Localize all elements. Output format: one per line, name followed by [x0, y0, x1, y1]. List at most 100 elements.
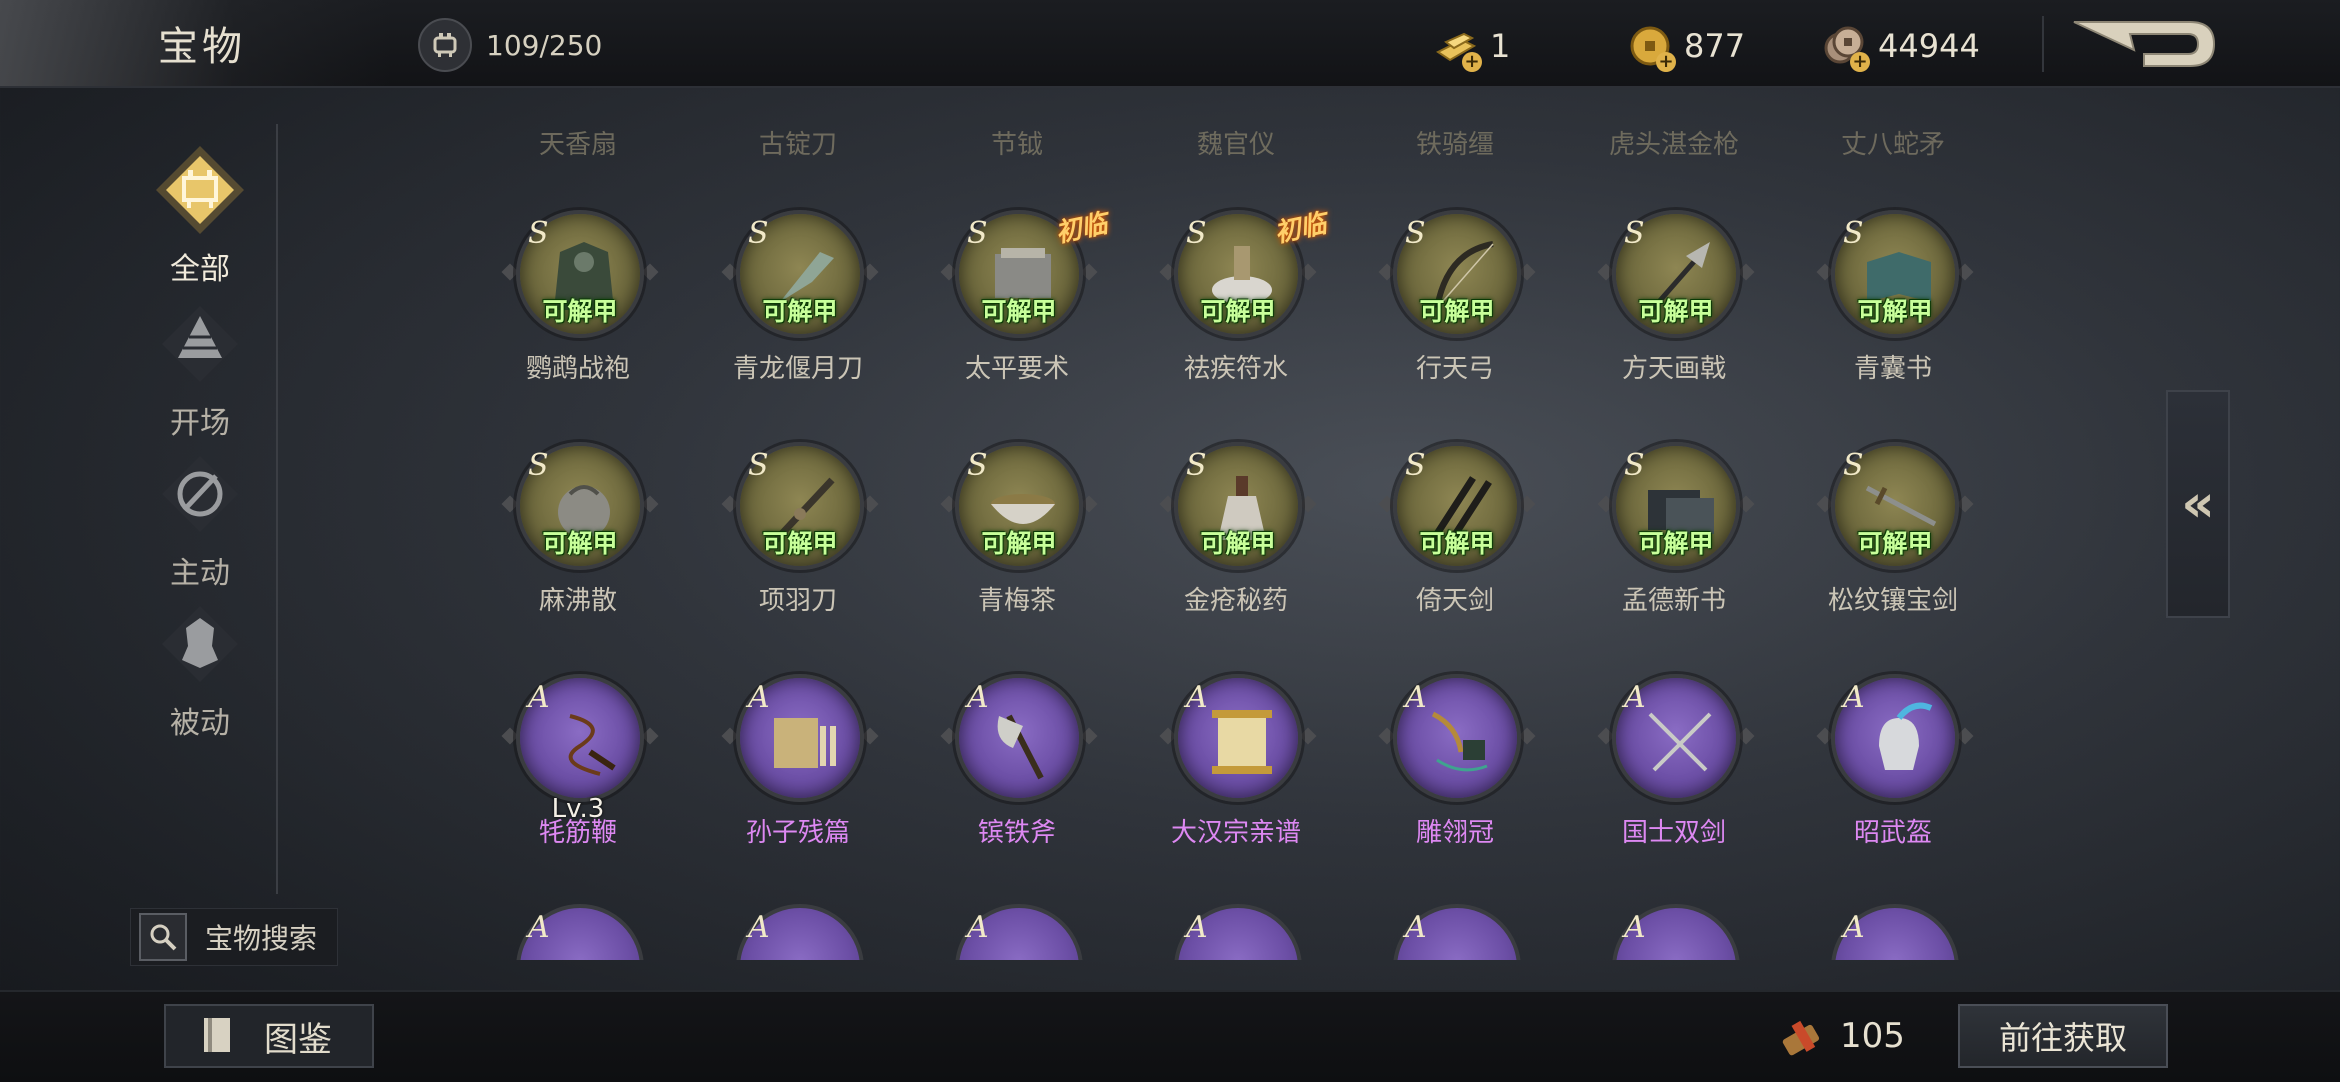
treasure-item[interactable]: S 可解甲 项羽刀 — [688, 442, 908, 652]
currency-gold-bar[interactable]: + 1 — [1432, 22, 1511, 72]
gold-bar-icon: + — [1432, 22, 1482, 72]
grade-letter: S — [1843, 448, 1864, 483]
category-all-label: 全部 — [170, 252, 230, 287]
item-name: 昭武盔 — [1853, 818, 1932, 848]
treasure-item-partial[interactable]: A — [688, 900, 908, 960]
category-active[interactable]: 主动 — [140, 446, 260, 592]
item-name: 麻沸散 — [538, 586, 617, 616]
item-name: 太平要术 — [964, 354, 1069, 384]
item-name: 青囊书 — [1853, 354, 1932, 384]
material-count-value: 105 — [1840, 1016, 1905, 1056]
grade-letter: A — [967, 680, 989, 715]
faded-item-name: 虎头湛金枪 — [1608, 130, 1739, 160]
treasure-item[interactable]: A Lv.3 牦筋鞭 — [468, 674, 688, 884]
disarm-badge: 可解甲 — [762, 529, 838, 558]
treasure-item[interactable]: S 可解甲 麻沸散 — [468, 442, 688, 652]
treasure-item[interactable]: S 可解甲 松纹镶宝剑 — [1783, 442, 2003, 652]
codex-button[interactable]: 图鉴 — [164, 1004, 374, 1068]
item-name: 大汉宗亲谱 — [1170, 818, 1301, 848]
treasure-item[interactable]: S 初临 可解甲 太平要术 — [907, 209, 1127, 420]
treasure-item[interactable]: A 昭武盔 — [1783, 674, 2003, 884]
disarm-badge: 可解甲 — [1638, 529, 1714, 558]
double-chevron-left-icon: « — [2181, 474, 2215, 534]
gold-coin-count: 877 — [1684, 27, 1746, 65]
back-button[interactable] — [2070, 14, 2220, 74]
first-arrival-tag: 初临 — [1271, 208, 1330, 250]
grade-letter: A — [1843, 680, 1865, 715]
treasure-item[interactable]: S 可解甲 方天画戟 — [1564, 210, 1784, 420]
book-icon — [204, 1018, 230, 1052]
faded-item-name: 节钺 — [990, 130, 1043, 160]
grade-letter: S — [967, 216, 988, 251]
grade-letter: A — [1405, 680, 1427, 715]
disarm-badge: 可解甲 — [1857, 297, 1933, 326]
passive-armor-icon — [152, 596, 248, 692]
genealogy-scroll-icon — [1212, 710, 1272, 774]
category-all[interactable]: 全部 — [140, 142, 260, 288]
category-opening[interactable]: 开场 — [140, 296, 260, 442]
currency-gold-coin[interactable]: + 877 — [1626, 22, 1746, 72]
treasure-item[interactable]: S 可解甲 行天弓 — [1345, 210, 1565, 420]
grade-letter: S — [967, 448, 988, 483]
item-name: 牦筋鞭 — [538, 818, 617, 848]
currency-copper-coin[interactable]: + 44944 — [1820, 22, 1980, 72]
treasure-item[interactable]: S 可解甲 金疮秘药 — [1126, 442, 1346, 652]
disarm-badge: 可解甲 — [1200, 297, 1276, 326]
treasure-item[interactable]: A 孙子残篇 — [688, 674, 908, 884]
gold-bar-count: 1 — [1490, 27, 1511, 65]
treasure-item-partial[interactable]: A — [1783, 900, 2000, 960]
helmet-icon — [1879, 702, 1933, 770]
treasure-item-partial[interactable]: A — [1564, 900, 1784, 960]
treasure-item[interactable]: S 可解甲 孟德新书 — [1564, 442, 1784, 652]
treasure-item[interactable]: A 镔铁斧 — [907, 674, 1127, 884]
feather-crown-icon — [1431, 711, 1488, 772]
item-name: 青龙偃月刀 — [732, 354, 863, 384]
grade-letter: A — [967, 910, 989, 945]
treasure-item[interactable]: A 大汉宗亲谱 — [1126, 674, 1346, 884]
treasure-item[interactable]: A 雕翎冠 — [1345, 674, 1565, 884]
back-arrow-icon — [2073, 21, 2216, 67]
item-name: 孙子残篇 — [745, 818, 850, 848]
category-passive[interactable]: 被动 — [140, 596, 260, 742]
add-currency-icon: + — [1656, 52, 1676, 72]
grade-letter: S — [1843, 216, 1864, 251]
grade-letter: S — [1405, 448, 1426, 483]
faded-item-name: 铁骑缰 — [1415, 130, 1494, 160]
grade-letter: S — [748, 216, 769, 251]
add-currency-icon: + — [1850, 52, 1870, 72]
grade-letter: A — [1624, 910, 1646, 945]
treasure-item[interactable]: S 可解甲 青龙偃月刀 — [688, 210, 908, 420]
item-name: 金疮秘药 — [1183, 586, 1288, 616]
item-name: 鹦鹉战袍 — [525, 354, 630, 384]
disarm-badge: 可解甲 — [1857, 529, 1933, 558]
axe-icon — [997, 714, 1044, 780]
active-skill-icon — [152, 446, 248, 542]
item-name: 行天弓 — [1415, 354, 1494, 384]
grade-letter: A — [1624, 680, 1646, 715]
treasure-item[interactable]: S 可解甲 倚天剑 — [1345, 442, 1565, 652]
go-obtain-button[interactable]: 前往获取 — [1958, 1004, 2168, 1068]
item-name: 倚天剑 — [1415, 586, 1494, 616]
treasure-item-partial[interactable]: A — [1126, 900, 1346, 960]
treasure-item[interactable]: S 可解甲 青囊书 — [1783, 210, 2003, 420]
bamboo-scroll-icon — [774, 718, 836, 768]
treasure-item-partial[interactable]: A — [468, 900, 688, 960]
disarm-badge: 可解甲 — [542, 297, 618, 326]
grade-letter: A — [1186, 680, 1208, 715]
collapse-panel-button[interactable]: « — [2166, 390, 2230, 618]
category-passive-label: 被动 — [170, 706, 230, 741]
treasure-item-partial[interactable]: A — [1345, 900, 1565, 960]
treasure-item[interactable]: S 可解甲 鹦鹉战袍 — [468, 210, 688, 420]
treasure-item-partial[interactable]: A — [907, 900, 1127, 960]
grade-letter: A — [748, 910, 770, 945]
grade-letter: S — [528, 216, 549, 251]
whip-icon — [568, 714, 616, 776]
treasure-item[interactable]: A 国士双剑 — [1564, 674, 1784, 884]
disarm-badge: 可解甲 — [981, 297, 1057, 326]
item-name: 镔铁斧 — [977, 818, 1056, 848]
scroll-material-icon — [1782, 1020, 1820, 1056]
treasure-item[interactable]: S 可解甲 青梅茶 — [907, 442, 1127, 652]
grade-letter: S — [528, 448, 549, 483]
treasure-item[interactable]: S 初临 可解甲 祛疾符水 — [1126, 209, 1346, 420]
all-cauldron-icon — [152, 142, 248, 238]
